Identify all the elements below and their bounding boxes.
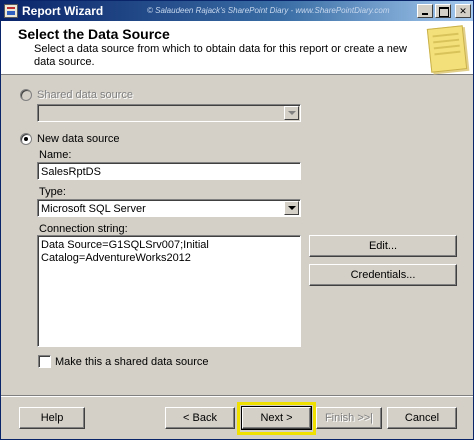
chevron-down-icon <box>284 106 299 120</box>
shared-checkbox-label: Make this a shared data source <box>55 356 209 368</box>
wizard-app-icon <box>4 4 18 18</box>
connection-string-textarea[interactable]: Data Source=G1SQLSrv007;Initial Catalog=… <box>37 235 301 347</box>
shared-data-source-label: Shared data source <box>37 89 134 101</box>
new-data-source-label: New data source <box>37 133 120 145</box>
shared-data-source-radio[interactable] <box>20 89 32 101</box>
back-button[interactable]: < Back <box>165 407 235 429</box>
minimize-button[interactable] <box>417 4 433 18</box>
title-bar[interactable]: Report Wizard © Salaudeen Rajack's Share… <box>1 1 473 21</box>
new-data-source-radio[interactable] <box>20 133 32 145</box>
footer-separator <box>1 395 473 397</box>
name-label: Name: <box>39 149 72 161</box>
shared-data-source-dropdown[interactable] <box>37 104 301 122</box>
edit-button[interactable]: Edit... <box>309 235 457 257</box>
sticky-note-icon <box>426 25 468 73</box>
close-button[interactable]: ✕ <box>455 4 471 18</box>
next-button[interactable]: Next > <box>241 406 312 430</box>
connection-string-label: Connection string: <box>39 223 128 235</box>
name-input[interactable]: SalesRptDS <box>37 162 301 180</box>
type-dropdown[interactable]: Microsoft SQL Server <box>37 199 301 217</box>
chevron-down-icon[interactable] <box>284 201 299 215</box>
shared-data-source-checkbox[interactable] <box>38 355 51 368</box>
help-button[interactable]: Help <box>19 407 85 429</box>
credentials-button[interactable]: Credentials... <box>309 264 457 286</box>
finish-button[interactable]: Finish >>| <box>316 407 382 429</box>
cancel-button[interactable]: Cancel <box>387 407 457 429</box>
window-title: Report Wizard <box>22 4 104 18</box>
maximize-button[interactable] <box>435 4 451 18</box>
type-label: Type: <box>39 186 66 198</box>
watermark-text: © Salaudeen Rajack's SharePoint Diary - … <box>147 6 390 15</box>
wizard-header: Select the Data Source Select a data sou… <box>1 21 473 75</box>
page-title: Select the Data Source <box>18 26 170 42</box>
page-subtitle: Select a data source from which to obtai… <box>34 43 407 68</box>
report-wizard-window: Report Wizard © Salaudeen Rajack's Share… <box>0 0 474 440</box>
